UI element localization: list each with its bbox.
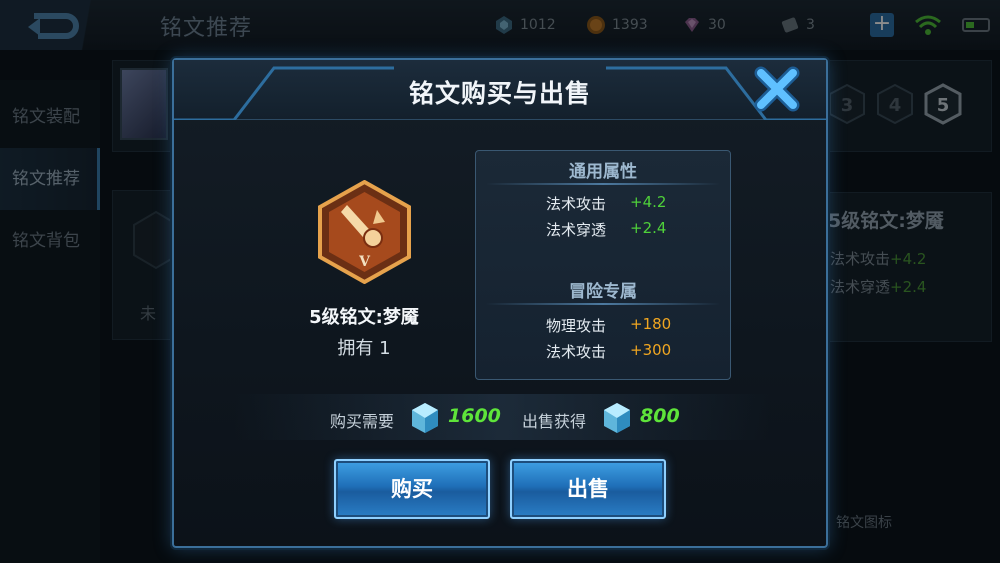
attribute-name: 法术攻击 xyxy=(546,343,607,361)
rune-level-mark: V xyxy=(358,254,371,270)
dialog-title: 铭文购买与出售 xyxy=(408,79,591,108)
buy-price-label: 购买需要 xyxy=(330,412,395,431)
attribute-value: +2.4 xyxy=(630,219,667,237)
buy-sell-dialog: 铭文购买与出售 V 5级铭文:梦魇 拥有 1 通用属性 法术攻击 +4.2 法术… xyxy=(172,58,828,548)
close-icon xyxy=(754,66,800,112)
buy-price-value: 1600 xyxy=(448,405,501,427)
crystal-icon xyxy=(604,403,630,433)
sell-price-label: 出售获得 xyxy=(522,412,587,431)
close-button[interactable] xyxy=(752,66,802,112)
general-attributes-heading: 通用属性 xyxy=(569,162,637,182)
buy-button[interactable]: 购买 xyxy=(334,459,490,519)
attribute-value: +300 xyxy=(630,341,672,359)
attribute-name: 法术穿透 xyxy=(546,221,607,239)
divider xyxy=(486,303,720,305)
divider xyxy=(486,183,720,185)
attribute-name: 物理攻击 xyxy=(546,317,607,335)
attribute-name: 法术攻击 xyxy=(546,195,607,213)
sell-price-value: 800 xyxy=(640,405,680,427)
attribute-value: +4.2 xyxy=(630,193,667,211)
rune-owned-count: 拥有 1 xyxy=(337,338,391,359)
attributes-panel: 通用属性 法术攻击 +4.2 法术穿透 +2.4 冒险专属 物理攻击 +180 … xyxy=(475,150,731,380)
attribute-row: 法术攻击 +4.2 xyxy=(546,193,726,214)
rune-name: 5级铭文:梦魇 xyxy=(309,307,419,328)
adventure-attributes-heading: 冒险专属 xyxy=(569,282,637,302)
attribute-row: 法术攻击 +300 xyxy=(546,341,726,362)
attribute-row: 法术穿透 +2.4 xyxy=(546,219,726,240)
attribute-value: +180 xyxy=(630,315,672,333)
dialog-header: 铭文购买与出售 xyxy=(174,60,826,120)
attribute-row: 物理攻击 +180 xyxy=(546,315,726,336)
price-strip xyxy=(234,394,770,440)
crystal-icon xyxy=(412,403,438,433)
rune-emblem-icon: V xyxy=(318,180,411,284)
sell-button[interactable]: 出售 xyxy=(510,459,666,519)
